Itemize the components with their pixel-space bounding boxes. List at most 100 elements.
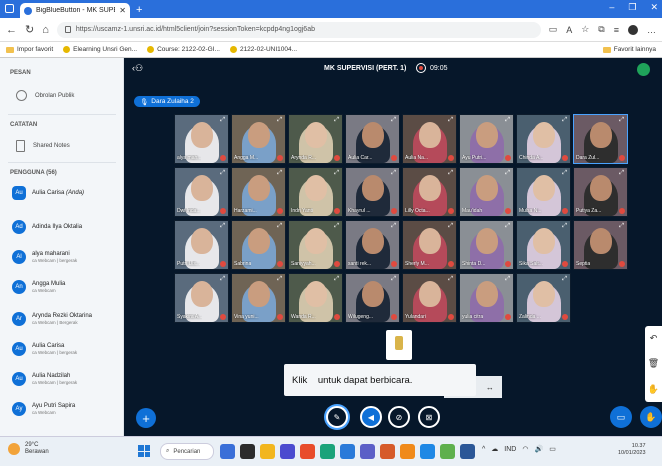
- fullscreen-icon[interactable]: ⤢: [448, 170, 453, 177]
- whatsapp-icon[interactable]: [440, 444, 455, 459]
- fullscreen-icon[interactable]: ⤢: [562, 276, 567, 283]
- actions-button[interactable]: +: [136, 408, 156, 428]
- webcam-tile[interactable]: Syakira A... ⤢: [174, 273, 229, 323]
- fullscreen-icon[interactable]: ⤢: [334, 223, 339, 230]
- profile-avatar[interactable]: [628, 24, 638, 35]
- user-item[interactable]: Au Aulia Carisa ca Webcam | bergerak: [12, 342, 120, 356]
- webcam-tile[interactable]: Vina yuni... ⤢: [231, 273, 286, 323]
- browser-tab[interactable]: BigBlueButton - MK SUPERV... ✕: [20, 3, 130, 18]
- fullscreen-icon[interactable]: ⤢: [277, 276, 282, 283]
- back-icon[interactable]: ←: [6, 24, 17, 36]
- webcam-tile[interactable]: Septia ⤢: [573, 220, 628, 270]
- webcam-tile[interactable]: Indri Yanti ⤢: [288, 167, 343, 217]
- webcam-tile[interactable]: Shinta D... ⤢: [459, 220, 514, 270]
- fullscreen-icon[interactable]: ⤢: [619, 223, 624, 230]
- fullscreen-icon[interactable]: ⤢: [391, 170, 396, 177]
- webcam-button[interactable]: ⊘: [388, 406, 410, 428]
- close-window-icon[interactable]: ✕: [650, 2, 658, 13]
- webcam-tile[interactable]: Harzami... ⤢: [231, 167, 286, 217]
- battery-icon[interactable]: ▭: [549, 445, 556, 453]
- user-item[interactable]: An Angga Mulia ca Webcam: [12, 280, 120, 294]
- onedrive-icon[interactable]: ☁: [491, 445, 498, 453]
- fullscreen-icon[interactable]: ⤢: [334, 117, 339, 124]
- fullscreen-icon[interactable]: ⤢: [277, 117, 282, 124]
- webcam-tile[interactable]: Ayu Putri... ⤢: [459, 114, 514, 164]
- office-icon[interactable]: [300, 444, 315, 459]
- hand-tool-icon[interactable]: ✋: [648, 384, 659, 395]
- fullscreen-icon[interactable]: ⤢: [277, 170, 282, 177]
- lock-icon[interactable]: [64, 26, 71, 33]
- connection-status-icon[interactable]: [637, 63, 650, 76]
- fullscreen-icon[interactable]: ⤢: [562, 117, 567, 124]
- windows-start-icon[interactable]: [138, 445, 150, 457]
- fullscreen-icon[interactable]: ⤢: [505, 170, 510, 177]
- fullscreen-icon[interactable]: ⤢: [448, 276, 453, 283]
- collections-icon[interactable]: ⧉: [598, 24, 604, 35]
- fullscreen-icon[interactable]: ⤢: [220, 117, 225, 124]
- user-item[interactable]: Au Aulia Nadzilah ca Webcam | bergerak: [12, 372, 120, 386]
- fullscreen-icon[interactable]: ⤢: [334, 276, 339, 283]
- user-item[interactable]: Ay Ayu Putri Sapira ca Webcam: [12, 402, 120, 416]
- fullscreen-icon[interactable]: ⤢: [619, 170, 624, 177]
- user-item[interactable]: Al alya maharani ca Webcam | bergerak: [12, 250, 120, 264]
- webcam-tile[interactable]: Wanda R... ⤢: [288, 273, 343, 323]
- webcam-tile[interactable]: santi rek... ⤢: [345, 220, 400, 270]
- file-explorer-icon[interactable]: [260, 444, 275, 459]
- webcam-tile[interactable]: Sika Salt... ⤢: [516, 220, 571, 270]
- user-item[interactable]: Ar Arynda Rezki Oktarina ca Webcam | Berg…: [12, 312, 120, 326]
- webcam-tile[interactable]: Mulsa N... ⤢: [516, 167, 571, 217]
- reload-icon[interactable]: ↻: [25, 23, 34, 36]
- bookmark-uni[interactable]: 2122-02-UNI1004...: [229, 46, 297, 53]
- webcam-tile[interactable]: Arynda R... ⤢: [288, 114, 343, 164]
- home-icon[interactable]: ⌂: [42, 24, 49, 36]
- media-icon[interactable]: [240, 444, 255, 459]
- talking-indicator[interactable]: 🎙 Dara Zulaiha 2: [134, 96, 200, 107]
- chrome-icon[interactable]: [420, 444, 435, 459]
- fullscreen-icon[interactable]: ⤢: [619, 117, 624, 124]
- firefox-icon[interactable]: [400, 444, 415, 459]
- webcam-tile[interactable]: Lilly Octa... ⤢: [402, 167, 457, 217]
- store-icon[interactable]: [320, 444, 335, 459]
- bookmark-import[interactable]: Impor favorit: [6, 46, 53, 53]
- undo-icon[interactable]: ↶: [650, 333, 658, 344]
- presentation-thumbnail[interactable]: [386, 330, 412, 360]
- fullscreen-icon[interactable]: ⤢: [448, 223, 453, 230]
- teams-icon[interactable]: [280, 444, 295, 459]
- webcam-tile[interactable]: Khayrul ... ⤢: [345, 167, 400, 217]
- fullscreen-icon[interactable]: ⤢: [220, 223, 225, 230]
- fullscreen-icon[interactable]: ⤢: [448, 117, 453, 124]
- webcam-tile[interactable]: yulia citra ⤢: [459, 273, 514, 323]
- webcam-tile[interactable]: Sabrina ⤢: [231, 220, 286, 270]
- webcam-tile[interactable]: Wilugeng... ⤢: [345, 273, 400, 323]
- fullscreen-icon[interactable]: ⤢: [391, 117, 396, 124]
- public-chat-item[interactable]: Obrolan Publik: [16, 90, 74, 101]
- webcam-tile[interactable]: Yulandari ⤢: [402, 273, 457, 323]
- webcam-tile[interactable]: Zalinda ... ⤢: [516, 273, 571, 323]
- webcam-tile[interactable]: Chinda A... ⤢: [516, 114, 571, 164]
- fullscreen-icon[interactable]: ⤢: [562, 223, 567, 230]
- brave-icon[interactable]: [380, 444, 395, 459]
- more-menu-icon[interactable]: …: [647, 25, 656, 35]
- fullscreen-icon[interactable]: ⤢: [334, 170, 339, 177]
- raise-hand-button[interactable]: ✋: [640, 406, 662, 428]
- new-tab-button[interactable]: +: [136, 4, 142, 16]
- fullscreen-icon[interactable]: ⤢: [505, 117, 510, 124]
- webcam-tile[interactable]: Saniyyah... ⤢: [288, 220, 343, 270]
- weather-widget[interactable]: 29°C Berawan: [8, 442, 49, 456]
- fullscreen-icon[interactable]: ⤢: [562, 170, 567, 177]
- read-aloud-icon[interactable]: A: [566, 25, 572, 35]
- webcam-tile[interactable]: Aulia Na... ⤢: [402, 114, 457, 164]
- webcam-tile[interactable]: Angga M... ⤢: [231, 114, 286, 164]
- trash-icon[interactable]: 🗑: [648, 358, 659, 369]
- tray-overflow-icon[interactable]: ^: [482, 446, 485, 453]
- wifi-icon[interactable]: ◠: [522, 445, 528, 453]
- recording-indicator-icon[interactable]: [416, 63, 426, 73]
- webcam-tile[interactable]: Putiya Za... ⤢: [573, 167, 628, 217]
- url-field[interactable]: https://uscamz-1.unsri.ac.id/html5client…: [56, 21, 541, 38]
- fullscreen-icon[interactable]: ⤢: [391, 276, 396, 283]
- webcam-tile[interactable]: Putri Uls... ⤢: [174, 220, 229, 270]
- camera-permission-icon[interactable]: ▭: [549, 24, 558, 35]
- webcam-tile[interactable]: Dara Zul... ⤢: [573, 114, 628, 164]
- clock[interactable]: 10.37 10/01/2023: [618, 443, 646, 457]
- bookmark-course[interactable]: Course: 2122-02-GI...: [147, 46, 220, 53]
